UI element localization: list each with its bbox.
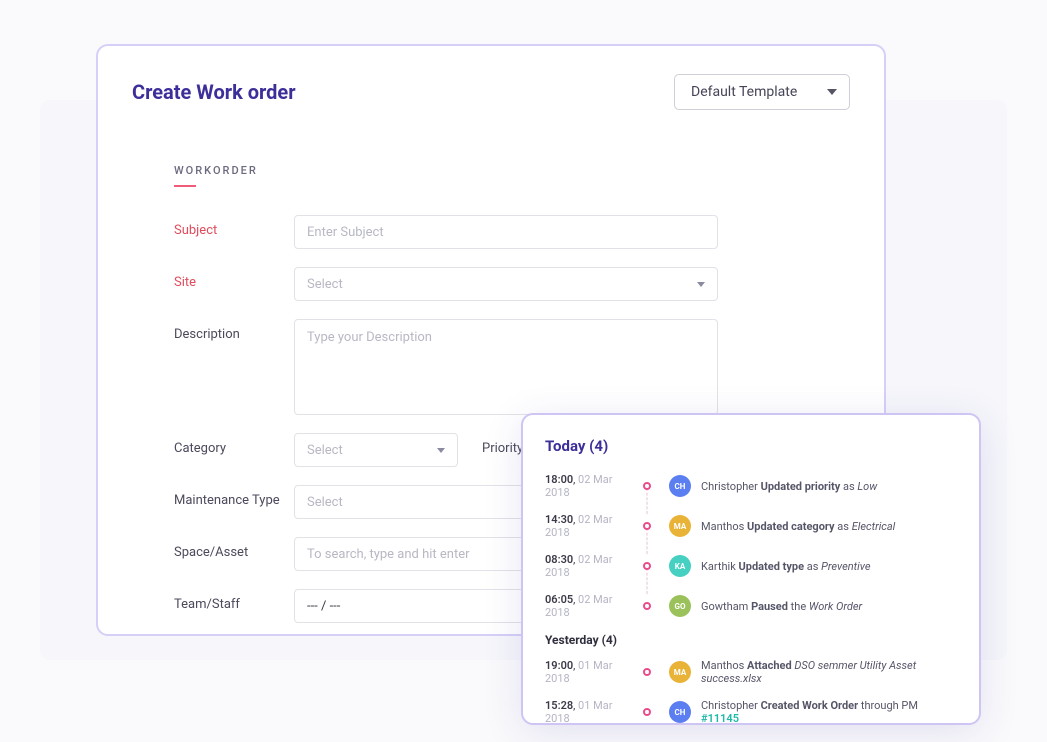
activity-panel: Today (4) 18:00, 02 Mar 2018 CH Christophe… (521, 413, 981, 725)
site-select[interactable]: Select (294, 267, 718, 301)
avatar: MA (669, 515, 691, 537)
activity-yesterday-list: 19:00, 01 Mar 2018 MA Manthos Attached DSO… (545, 659, 957, 725)
timeline-node-col (635, 482, 659, 490)
page-title: Create Work order (132, 80, 296, 104)
activity-row: 06:05, 02 Mar 2018 GO Gowtham Paused the W… (545, 593, 957, 619)
card-header: Create Work order Default Template (132, 74, 850, 110)
timeline-node-icon (643, 522, 651, 530)
activity-link[interactable]: #11145 (701, 712, 739, 725)
timeline-node-col (635, 562, 659, 570)
activity-description: Christopher Updated priority as Low (701, 480, 877, 493)
activity-time: 08:30, 02 Mar 2018 (545, 553, 635, 579)
chevron-down-icon (827, 89, 837, 95)
activity-description: Gowtham Paused the Work Order (701, 600, 862, 613)
avatar: CH (669, 475, 691, 497)
activity-today-header: Today (4) (545, 437, 957, 455)
section-underline (174, 185, 196, 187)
timeline-node-col (635, 522, 659, 530)
timeline-node-icon (643, 708, 651, 716)
avatar: KA (669, 555, 691, 577)
activity-row: 19:00, 01 Mar 2018 MA Manthos Attached DSO… (545, 659, 957, 685)
activity-yesterday-header: Yesterday (4) (545, 633, 957, 647)
label-site: Site (174, 267, 294, 290)
timeline-node-icon (643, 602, 651, 610)
row-subject: Subject (174, 215, 808, 249)
row-description: Description (174, 319, 808, 415)
timeline-line (647, 528, 648, 554)
chevron-down-icon (697, 282, 705, 287)
category-select[interactable]: Select (294, 433, 458, 467)
timeline-node-icon (643, 668, 651, 676)
chevron-down-icon (437, 448, 445, 453)
avatar: CH (669, 701, 691, 723)
category-select-placeholder: Select (307, 443, 343, 458)
maintenance-type-placeholder: Select (307, 495, 343, 510)
activity-time: 18:00, 02 Mar 2018 (545, 473, 635, 499)
activity-today-list: 18:00, 02 Mar 2018 CH Christopher Updated … (545, 473, 957, 619)
timeline-node-col (635, 668, 659, 676)
label-team-staff: Team/Staff (174, 589, 294, 612)
avatar: MA (669, 661, 691, 683)
activity-time: 06:05, 02 Mar 2018 (545, 593, 635, 619)
label-space-asset: Space/Asset (174, 537, 294, 560)
timeline-line (647, 568, 648, 594)
avatar: GO (669, 595, 691, 617)
activity-time: 19:00, 01 Mar 2018 (545, 659, 635, 685)
timeline-line (647, 488, 648, 514)
activity-row: 15:28, 01 Mar 2018 CH Christopher Created … (545, 699, 957, 725)
activity-time: 15:28, 01 Mar 2018 (545, 699, 635, 725)
subject-input[interactable] (294, 215, 718, 249)
timeline-node-icon (643, 562, 651, 570)
label-category: Category (174, 433, 294, 456)
activity-description: Manthos Updated category as Electrical (701, 520, 895, 533)
label-description: Description (174, 319, 294, 342)
activity-time: 14:30, 02 Mar 2018 (545, 513, 635, 539)
section-title: WORKORDER (174, 164, 808, 177)
activity-description: Christopher Created Work Order through P… (701, 699, 957, 725)
timeline-node-icon (643, 482, 651, 490)
activity-row: 14:30, 02 Mar 2018 MA Manthos Updated cate… (545, 513, 957, 539)
site-select-placeholder: Select (307, 277, 343, 292)
template-select[interactable]: Default Template (674, 74, 850, 110)
activity-description: Karthik Updated type as Preventive (701, 560, 870, 573)
team-staff-value: --- / --- (307, 599, 340, 614)
activity-description: Manthos Attached DSO semmer Utility Asse… (701, 659, 957, 685)
timeline-node-col (635, 708, 659, 716)
activity-row: 08:30, 02 Mar 2018 KA Karthik Updated type… (545, 553, 957, 579)
label-priority: Priority (482, 433, 523, 456)
activity-row: 18:00, 02 Mar 2018 CH Christopher Updated … (545, 473, 957, 499)
label-maintenance-type: Maintenance Type (174, 485, 294, 508)
timeline-node-col (635, 602, 659, 610)
description-textarea[interactable] (294, 319, 718, 415)
label-subject: Subject (174, 215, 294, 238)
template-select-label: Default Template (691, 84, 797, 100)
row-site: Site Select (174, 267, 808, 301)
